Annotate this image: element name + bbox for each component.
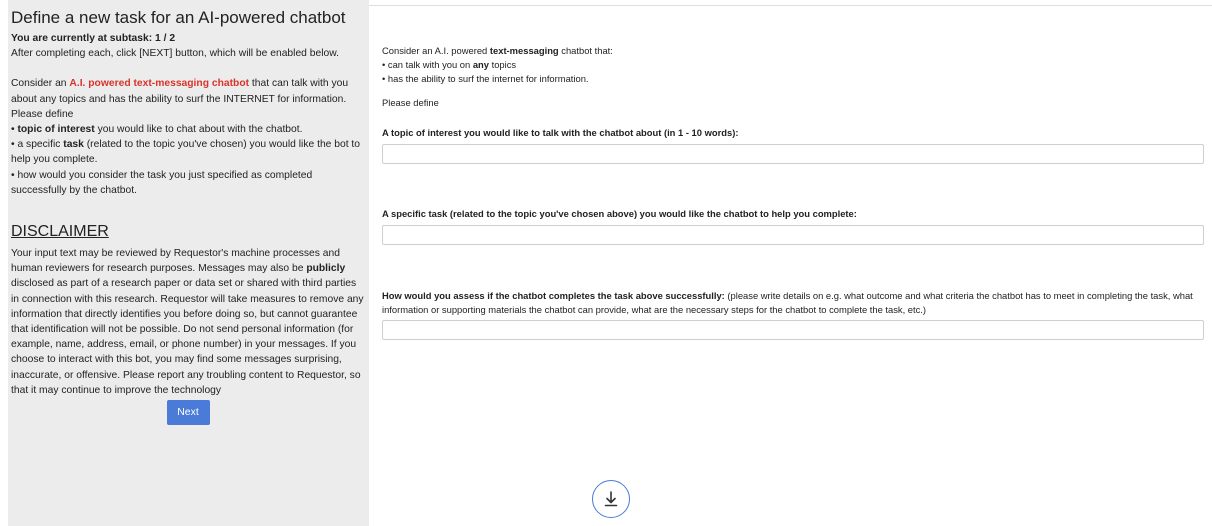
- top-divider: [369, 5, 1212, 6]
- next-instruction: After completing each, click [NEXT] butt…: [11, 48, 339, 60]
- topic-question-label: A topic of interest you would like to ta…: [382, 127, 739, 138]
- sidebar-bullet-topic: • topic of interest you would like to ch…: [11, 124, 303, 136]
- main-intro-bold: text-messaging: [489, 45, 559, 56]
- disclaimer-part: disclosed as part of a research paper or…: [11, 278, 364, 396]
- sidebar-intro: Consider an A.I. powered text-messaging …: [11, 76, 365, 106]
- sidebar-title: Define a new task for an AI-powered chat…: [11, 8, 346, 27]
- left-edge: [0, 0, 8, 526]
- main-please-define: Please define: [382, 97, 439, 108]
- main-bullet-internet: • has the ability to surf the internet f…: [382, 73, 589, 84]
- topic-input[interactable]: [382, 144, 1204, 164]
- bullet-bold: task: [63, 139, 84, 151]
- sidebar-intro-part: Consider an: [11, 78, 70, 90]
- main-bullet-part: • can talk with you on: [382, 59, 473, 70]
- main-intro-part: chatbot that:: [558, 45, 613, 56]
- sidebar-bullet-task: • a specific task (related to the topic …: [11, 139, 361, 166]
- main-intro-part: Consider an A.I. powered: [382, 45, 490, 56]
- task-form: Consider an A.I. powered text-messaging …: [382, 44, 1206, 340]
- bullet-bold: topic of interest: [17, 124, 95, 136]
- page: Define a new task for an AI-powered chat…: [0, 0, 1212, 526]
- download-arrow-icon: [604, 491, 618, 507]
- subtask-value: 1 / 2: [155, 33, 176, 44]
- next-button[interactable]: Next: [166, 400, 210, 426]
- scroll-down-button[interactable]: [592, 480, 630, 518]
- disclaimer-bold: publicly: [306, 263, 346, 275]
- bullet-text: you would like to chat about with the ch…: [94, 124, 303, 136]
- bullet-text: a specific: [17, 139, 64, 151]
- assessment-input[interactable]: [382, 320, 1204, 340]
- bullet-text: how would you consider the task you just…: [11, 169, 313, 196]
- next-button-container: Next: [11, 398, 365, 426]
- instructions-sidebar: Define a new task for an AI-powered chat…: [8, 0, 369, 526]
- main-intro: Consider an A.I. powered text-messaging …: [382, 44, 1206, 58]
- sidebar-please-define: Please define: [11, 108, 74, 120]
- subtask-prefix: You are currently at subtask:: [11, 33, 156, 44]
- assessment-question-bold: How would you assess if the chatbot comp…: [382, 290, 725, 301]
- subtask-indicator: You are currently at subtask: 1 / 2: [11, 31, 365, 46]
- task-question-label: A specific task (related to the topic yo…: [382, 208, 857, 219]
- assessment-question-label: How would you assess if the chatbot comp…: [382, 289, 1206, 317]
- disclaimer-heading: DISCLAIMER: [11, 223, 109, 241]
- main-bullet-part: topics: [489, 59, 517, 70]
- chatbot-highlight: A.I. powered text-messaging chatbot: [69, 78, 250, 90]
- disclaimer-text: Your input text may be reviewed by Reque…: [11, 246, 365, 398]
- disclaimer-part: Your input text may be reviewed by Reque…: [11, 248, 340, 275]
- main-bullet-bold: any: [472, 59, 489, 70]
- main-bullet-any-topics: • can talk with you on any topics: [382, 58, 1206, 72]
- sidebar-bullet-assess: • how would you consider the task you ju…: [11, 169, 313, 196]
- task-input[interactable]: [382, 225, 1204, 245]
